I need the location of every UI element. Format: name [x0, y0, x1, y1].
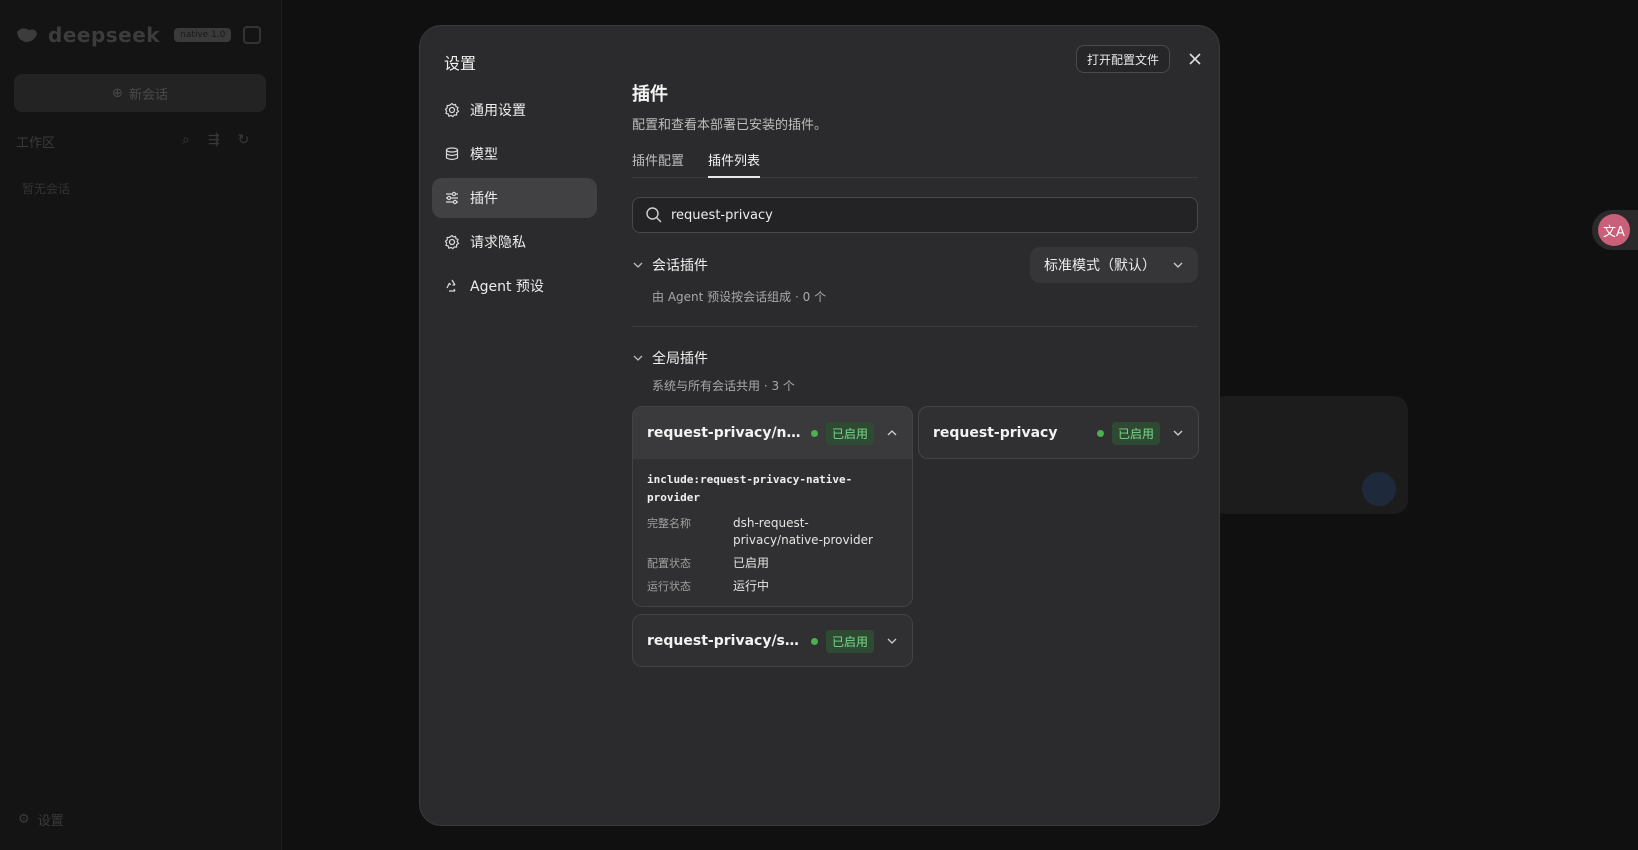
- detail-value: 已启用: [733, 556, 770, 570]
- global-plugins-header[interactable]: 全局插件: [632, 348, 708, 368]
- plugin-card: request-privacy/setting... 已启用: [632, 614, 913, 667]
- plugin-name: request-privacy: [933, 425, 1058, 441]
- new-chat-button[interactable]: ⊕ 新会话: [14, 74, 266, 112]
- chevron-down-icon: [1173, 262, 1183, 268]
- status-dot: [810, 429, 818, 437]
- section-divider: [632, 326, 1198, 327]
- detail-value: 运行中: [733, 579, 770, 593]
- refresh-icon[interactable]: ↻: [238, 132, 250, 148]
- session-plugins-subtitle: 由 Agent 预设按会话组成 · 0 个: [652, 288, 826, 305]
- plugin-card-body: include:request-privacy-native-provider …: [633, 459, 912, 606]
- plugin-card-header[interactable]: request-privacy/native... 已启用: [633, 407, 912, 459]
- sidebar-toggle-icon[interactable]: [243, 26, 261, 44]
- gear-icon: [444, 234, 460, 250]
- detail-row: 配置状态 已启用: [647, 555, 898, 572]
- plugin-name: request-privacy/setting...: [647, 633, 803, 649]
- session-plugins-header[interactable]: 会话插件: [632, 255, 708, 275]
- chevron-down-icon: [633, 355, 643, 361]
- detail-key: 运行状态: [647, 580, 691, 593]
- nav-item-label: Agent 预设: [470, 279, 544, 295]
- recycle-icon: [444, 278, 460, 294]
- empty-chat-label: 暂无会话: [22, 182, 71, 196]
- settings-nav: 通用设置 模型 插件 请求隐私 Agent 预设: [432, 90, 597, 310]
- section-title: 会话插件: [652, 258, 708, 274]
- workspace-actions: ⌕ ⇶ ↻: [182, 132, 249, 148]
- plugin-include: include:request-privacy-native-provider: [647, 473, 853, 504]
- chevron-down-icon: [633, 262, 643, 268]
- translate-icon[interactable]: 文A: [1598, 214, 1630, 246]
- modal-title: 设置: [444, 54, 477, 73]
- database-icon: [444, 146, 460, 162]
- mode-select-value: 标准模式（默认）: [1044, 258, 1156, 274]
- plugin-card: request-privacy/native... 已启用 include:re…: [632, 406, 913, 607]
- gear-icon: ⚙: [18, 812, 30, 827]
- detail-value: dsh-request-privacy/native-provider: [733, 516, 873, 547]
- plugin-card-header[interactable]: request-privacy 已启用: [919, 407, 1198, 458]
- chevron-up-icon[interactable]: [886, 427, 898, 439]
- chevron-down-icon[interactable]: [886, 635, 898, 647]
- sliders-icon: [444, 190, 460, 206]
- plugin-name: request-privacy/native...: [647, 425, 803, 441]
- detail-key: 配置状态: [647, 557, 691, 570]
- settings-modal: 设置 打开配置文件 通用设置 模型 插件 请求隐私 Agent 预设 插件 配置…: [419, 25, 1220, 826]
- brand-badge: native 1.0: [174, 28, 232, 42]
- nav-item-plugins[interactable]: 插件: [432, 178, 597, 218]
- search-icon[interactable]: ⌕: [182, 132, 190, 148]
- search-input[interactable]: [671, 207, 1151, 223]
- detail-row: 完整名称 dsh-request-privacy/native-provider: [647, 515, 898, 549]
- nav-item-label: 通用设置: [470, 103, 526, 119]
- search-box[interactable]: [632, 197, 1198, 233]
- nav-item-model[interactable]: 模型: [432, 134, 597, 174]
- section-title: 全局插件: [652, 351, 708, 367]
- detail-key: 完整名称: [647, 517, 691, 530]
- plus-circle-icon: ⊕: [112, 85, 123, 101]
- new-chat-label: 新会话: [128, 87, 168, 103]
- share-icon[interactable]: ⇶: [208, 132, 220, 148]
- section-count: · 0 个: [794, 290, 827, 304]
- workspace-label: 工作区: [16, 136, 56, 151]
- page-title: 插件: [632, 84, 668, 105]
- tab-plugin-list[interactable]: 插件列表: [708, 146, 761, 178]
- status-badge: 已启用: [1111, 421, 1160, 445]
- nav-item-label: 请求隐私: [470, 235, 526, 251]
- status-dot: [1096, 429, 1104, 437]
- status-badge: 已启用: [825, 421, 874, 445]
- detail-row: 运行状态 运行中: [647, 578, 898, 595]
- plugin-card-header[interactable]: request-privacy/setting... 已启用: [633, 615, 912, 666]
- search-icon: [646, 207, 662, 223]
- nav-item-label: 插件: [470, 191, 498, 207]
- chevron-down-icon[interactable]: [1172, 427, 1184, 439]
- brand: deepseek native 1.0: [14, 22, 232, 48]
- section-subtitle: 由 Agent 预设按会话组成: [652, 290, 792, 304]
- mode-select[interactable]: 标准模式（默认）: [1030, 247, 1198, 283]
- brand-name: deepseek: [48, 23, 161, 47]
- status-dot: [810, 637, 818, 645]
- app-sidebar: deepseek native 1.0 ⊕ 新会话 工作区 ⌕ ⇶ ↻ 暂无会话…: [0, 0, 282, 850]
- gear-icon: [444, 102, 460, 118]
- plugin-card: request-privacy 已启用: [918, 406, 1199, 459]
- main-panel: 插件 配置和查看本部署已安装的插件。 插件配置 插件列表 会话插件 由 Agen…: [632, 26, 1199, 825]
- bottom-settings-label: 设置: [37, 814, 64, 829]
- tab-plugin-config[interactable]: 插件配置: [632, 146, 684, 178]
- section-count: · 3 个: [763, 379, 795, 393]
- section-subtitle: 系统与所有会话共用: [652, 379, 761, 393]
- nav-item-general[interactable]: 通用设置: [432, 90, 597, 130]
- bottom-settings-button[interactable]: ⚙ 设置: [18, 810, 64, 829]
- nav-item-request-privacy[interactable]: 请求隐私: [432, 222, 597, 262]
- page-description: 配置和查看本部署已安装的插件。: [632, 118, 828, 133]
- send-button: [1362, 472, 1396, 506]
- whale-logo-icon: [17, 28, 37, 42]
- tab-bar: 插件配置 插件列表: [632, 146, 1198, 178]
- global-plugins-subtitle: 系统与所有会话共用 · 3 个: [652, 377, 795, 394]
- status-badge: 已启用: [825, 629, 874, 653]
- nav-item-agent-preset[interactable]: Agent 预设: [432, 266, 597, 306]
- nav-item-label: 模型: [470, 147, 498, 163]
